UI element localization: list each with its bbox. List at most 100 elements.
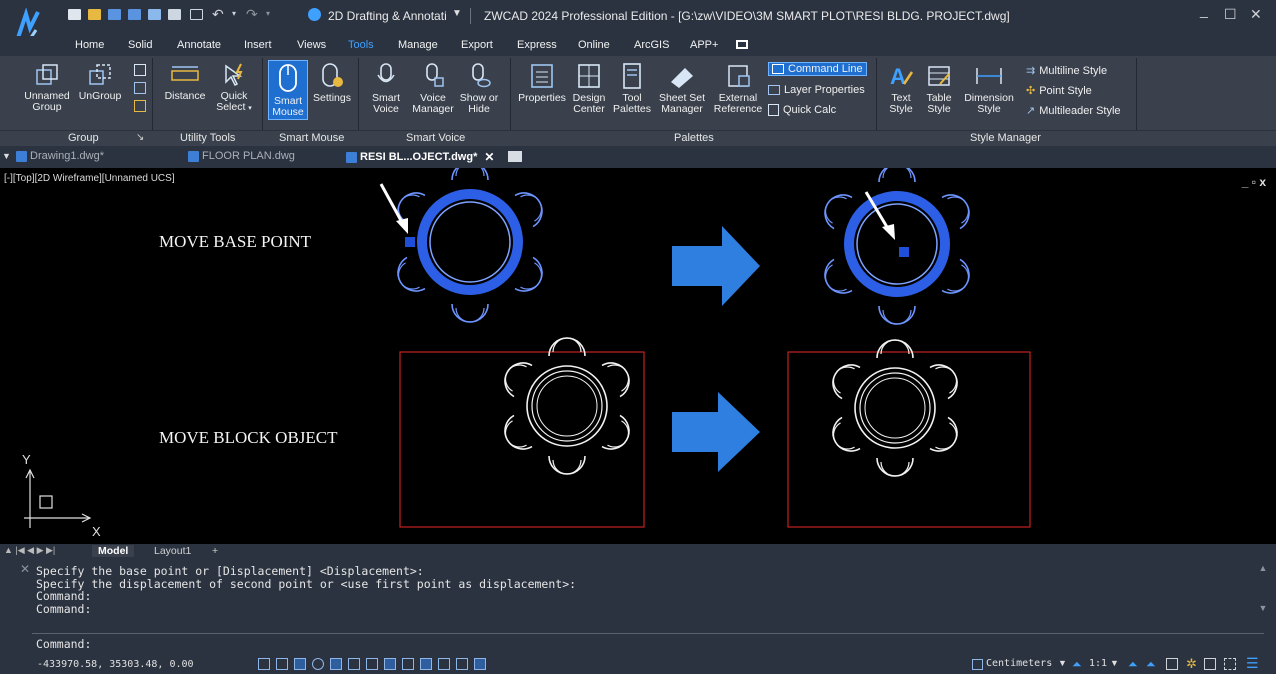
external-reference-button[interactable]: External Reference <box>712 62 764 115</box>
customization-menu-icon[interactable]: ☰ <box>1246 655 1259 672</box>
tab-solid[interactable]: Solid <box>128 39 152 51</box>
unnamed-group-button[interactable]: Unnamed Group <box>22 62 72 113</box>
doc-tab-floor-plan[interactable]: FLOOR PLAN.dwg <box>188 150 295 162</box>
round-table-block-moved[interactable] <box>825 339 965 477</box>
new-tab-icon[interactable] <box>508 151 522 162</box>
save-as-icon[interactable] <box>128 9 141 20</box>
dynamic-ucs-icon[interactable] <box>366 658 378 670</box>
smart-mouse-button[interactable]: Smart Mouse <box>268 60 308 120</box>
annotation-scale[interactable]: 1:1 <box>1089 658 1107 669</box>
tab-export[interactable]: Export <box>461 39 493 51</box>
tab-online[interactable]: Online <box>578 39 610 51</box>
maximize-button[interactable]: ☐ <box>1224 6 1237 23</box>
layout-nav-first-icon[interactable]: ▲ |◀ ◀ ▶ ▶| <box>4 545 55 556</box>
ribbon-minimize-icon[interactable] <box>736 40 748 49</box>
command-line-button[interactable]: Command Line <box>768 62 867 76</box>
base-point-grip-moved[interactable] <box>899 247 909 257</box>
show-or-hide-button[interactable]: Show or Hide <box>456 62 502 115</box>
tab-home[interactable]: Home <box>75 39 104 51</box>
smart-voice-button[interactable]: Smart Voice <box>366 62 406 115</box>
dynamic-input-icon[interactable] <box>384 658 396 670</box>
tab-tools[interactable]: Tools <box>348 39 374 51</box>
drawing-canvas[interactable]: [-][Top][2D Wireframe][Unnamed UCS] _ ▫ … <box>0 168 1276 544</box>
tab-model[interactable]: Model <box>92 545 135 557</box>
multiline-style-button[interactable]: ⇉ Multiline Style <box>1026 64 1107 78</box>
tool-palettes-button[interactable]: Tool Palettes <box>612 62 652 115</box>
redo-icon[interactable]: ↷ <box>246 6 258 23</box>
tab-insert[interactable]: Insert <box>244 39 272 51</box>
layer-properties-button[interactable]: Layer Properties <box>768 84 865 96</box>
workspace-dropdown-icon[interactable]: ▼ <box>452 8 462 19</box>
properties-button[interactable]: Properties <box>516 62 568 104</box>
zoom-window-icon[interactable] <box>190 9 203 20</box>
point-style-button[interactable]: ✣ Point Style <box>1026 84 1092 98</box>
osnap-icon[interactable] <box>330 658 342 670</box>
polar-icon[interactable] <box>312 658 324 670</box>
ortho-icon[interactable] <box>294 658 306 670</box>
round-table-block[interactable] <box>497 337 637 475</box>
settings-gear-icon[interactable]: ✲ <box>1186 656 1197 672</box>
base-point-grip[interactable] <box>405 237 415 247</box>
clean-screen-icon[interactable] <box>1224 658 1236 670</box>
tab-manage[interactable]: Manage <box>398 39 438 51</box>
ungroup-button[interactable]: UnGroup <box>76 62 124 102</box>
coordinate-readout[interactable]: -433970.58, 35303.48, 0.00 <box>37 659 194 670</box>
grid-icon[interactable] <box>258 658 270 670</box>
new-icon[interactable] <box>68 9 81 20</box>
minimize-button[interactable]: _ <box>1200 2 1208 18</box>
tab-express[interactable]: Express <box>517 39 557 51</box>
lineweight-icon[interactable] <box>402 658 414 670</box>
workspace-selector[interactable]: 2D Drafting & Annotati <box>328 9 447 23</box>
quick-calc-button[interactable]: Quick Calc <box>768 104 836 116</box>
units-dropdown-icon[interactable]: ▼ <box>1058 658 1067 668</box>
doc-tabs-menu-icon[interactable]: ▼ <box>2 151 11 161</box>
hardware-acceleration-icon[interactable] <box>1204 658 1216 670</box>
selection-cycling-icon[interactable] <box>456 658 468 670</box>
group-manager-icon[interactable] <box>134 100 146 112</box>
voice-manager-button[interactable]: Voice Manager <box>410 62 456 115</box>
otrack-icon[interactable] <box>348 658 360 670</box>
undo-dropdown-icon[interactable]: ▾ <box>232 9 236 18</box>
multileader-style-button[interactable]: ↗ Multileader Style <box>1026 104 1121 118</box>
quick-select-button[interactable]: Quick Select ▾ <box>212 62 256 114</box>
print-icon[interactable] <box>168 9 181 20</box>
tab-views[interactable]: Views <box>297 39 326 51</box>
distance-button[interactable]: Distance <box>160 62 210 102</box>
plot-icon[interactable] <box>148 9 161 20</box>
units-selector[interactable]: Centimeters <box>986 658 1052 669</box>
snap-icon[interactable] <box>276 658 288 670</box>
tab-arcgis[interactable]: ArcGIS <box>634 39 669 51</box>
command-scrollbar[interactable]: ▲ ▼ <box>1258 563 1268 629</box>
open-icon[interactable] <box>88 9 101 20</box>
units-icon[interactable] <box>972 659 983 670</box>
group-dialog-launcher-icon[interactable]: ↘ <box>136 132 144 143</box>
redo-dropdown-icon[interactable]: ▾ <box>266 9 270 18</box>
tab-annotate[interactable]: Annotate <box>177 39 221 51</box>
annotation-monitor-icon[interactable] <box>474 658 486 670</box>
undo-icon[interactable]: ↶ <box>212 6 224 23</box>
auto-scale-icon[interactable]: ⏶ <box>1146 657 1156 672</box>
close-button[interactable]: ✕ <box>1250 6 1262 23</box>
transparency-icon[interactable] <box>420 658 432 670</box>
save-icon[interactable] <box>108 9 121 20</box>
scale-dropdown-icon[interactable]: ▼ <box>1110 658 1119 668</box>
doc-tab-drawing1[interactable]: Drawing1.dwg* <box>16 150 104 162</box>
annotation-visibility-icon[interactable]: ⏶ <box>1128 657 1138 672</box>
workspace-switch-icon[interactable] <box>1166 658 1178 670</box>
sheet-set-manager-button[interactable]: Sheet Set Manager <box>656 62 708 115</box>
group-edit-icon[interactable] <box>134 64 146 76</box>
annotation-scale-icon[interactable]: ⏶ <box>1072 657 1082 672</box>
quick-properties-icon[interactable] <box>438 658 450 670</box>
close-tab-icon[interactable]: ✕ <box>484 150 494 164</box>
command-input[interactable]: Command: <box>36 637 91 651</box>
round-table-moved[interactable] <box>817 168 977 325</box>
block-frame-before[interactable] <box>399 351 645 528</box>
design-center-button[interactable]: Design Center <box>570 62 608 115</box>
table-style-button[interactable]: Table Style <box>920 62 958 115</box>
tab-layout1[interactable]: Layout1 <box>154 545 191 557</box>
text-style-button[interactable]: A Text Style <box>884 62 918 115</box>
workspace-globe-icon[interactable] <box>308 8 321 21</box>
doc-tab-resi-bldg-project[interactable]: RESI BL...OJECT.dwg* ✕ <box>346 150 494 164</box>
dimension-style-button[interactable]: Dimension Style <box>960 62 1018 115</box>
quick-select-dropdown-icon[interactable]: ▾ <box>248 105 252 112</box>
